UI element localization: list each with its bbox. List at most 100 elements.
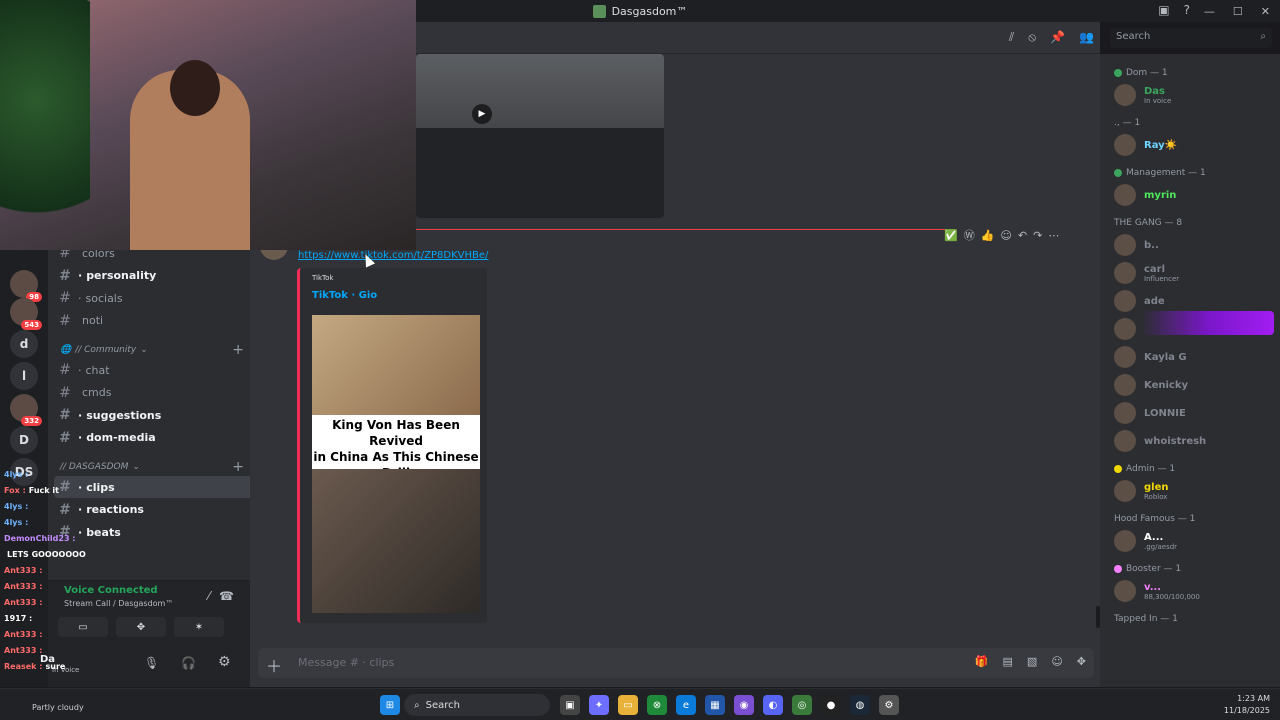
file-explorer-icon[interactable]: ▭ xyxy=(618,695,638,715)
server-icon[interactable]: d xyxy=(10,330,38,358)
category-community[interactable]: 🌐// Community ⌄ + xyxy=(60,342,244,358)
settings-icon[interactable]: ⚙ xyxy=(218,654,231,670)
member-item[interactable]: Das In voice xyxy=(1114,84,1274,106)
add-channel-icon[interactable]: + xyxy=(232,459,244,475)
weather-widget[interactable]: Partly cloudy xyxy=(32,703,84,712)
search-input[interactable]: Search ⌕ xyxy=(1110,28,1272,48)
thumbs-up-reaction-icon[interactable]: 👍 xyxy=(981,229,995,242)
member-name: whoistresh xyxy=(1144,435,1207,447)
chrome-icon[interactable]: ◎ xyxy=(792,695,812,715)
member-item[interactable]: glen Roblox xyxy=(1114,480,1274,502)
member-item[interactable]: ade xyxy=(1114,290,1274,312)
chat-line: 4lys : xyxy=(4,502,29,511)
server-icon[interactable]: 332 xyxy=(10,394,42,426)
store-icon[interactable]: ▦ xyxy=(705,695,725,715)
member-name: ade xyxy=(1144,295,1165,307)
message-link[interactable]: https://www.tiktok.com/t/ZP8DKVHBe/ xyxy=(298,250,488,261)
member-item[interactable]: Kayla G xyxy=(1114,346,1274,368)
member-group-header: THE GANG — 8 xyxy=(1114,218,1183,228)
member-name: v... xyxy=(1144,581,1162,593)
microphone-icon[interactable]: 🎙 xyxy=(144,656,159,670)
hash-icon: # xyxy=(59,384,71,401)
app-icon-purple[interactable]: ◉ xyxy=(734,695,754,715)
search-icon: ⌕ xyxy=(1260,31,1266,42)
w-reaction-icon[interactable]: Ⓦ xyxy=(964,227,975,243)
chat-line: Fox : Fuck it xyxy=(4,486,59,495)
sticker-icon[interactable]: ▧ xyxy=(1027,655,1037,668)
role-icon xyxy=(1114,69,1122,77)
xbox-icon[interactable]: ⊗ xyxy=(647,695,667,715)
obs-icon[interactable]: ● xyxy=(821,695,841,715)
member-activity: 88,300/100,000 xyxy=(1144,592,1200,601)
server-icon[interactable]: D xyxy=(10,426,38,454)
maximize-button[interactable]: ☐ xyxy=(1233,5,1243,18)
settings-icon[interactable]: ⚙ xyxy=(879,695,899,715)
avatar xyxy=(1114,430,1136,452)
add-channel-icon[interactable]: + xyxy=(232,342,244,358)
new-messages-divider xyxy=(416,229,946,230)
task-view-icon[interactable]: ▣ xyxy=(560,695,580,715)
start-icon[interactable]: ⊞ xyxy=(380,695,400,715)
member-item[interactable]: LONNIE xyxy=(1114,402,1274,424)
server-icon[interactable]: l xyxy=(10,362,38,390)
embed-title[interactable]: TikTok · Gio xyxy=(312,290,377,301)
chat-line: Ant333 : xyxy=(4,582,43,591)
avatar xyxy=(1114,262,1136,284)
member-item[interactable]: v... 88,300/100,000 xyxy=(1114,580,1274,602)
avatar xyxy=(1114,234,1136,256)
play-icon[interactable]: ▶ xyxy=(472,104,492,124)
avatar xyxy=(1114,530,1136,552)
member-item[interactable]: A... .gg/aesdr xyxy=(1114,530,1274,552)
forward-icon[interactable]: ↷ xyxy=(1033,229,1042,242)
more-icon[interactable]: ⋯ xyxy=(1048,229,1059,242)
pin-icon[interactable]: 📌 xyxy=(1050,30,1065,45)
copilot-icon[interactable]: ✦ xyxy=(589,695,609,715)
video-attachment[interactable] xyxy=(416,54,664,218)
taskbar-search[interactable]: ⌕ Search xyxy=(404,694,550,716)
headphones-icon[interactable]: 🎧 xyxy=(181,656,196,670)
avatar xyxy=(1114,134,1136,156)
threads-icon[interactable]: ⫽ xyxy=(1009,30,1014,45)
reply-icon[interactable]: ↶ xyxy=(1018,229,1027,242)
avatar xyxy=(1114,84,1136,106)
chat-line: DemonChild23 : xyxy=(4,534,76,543)
soundboard-button[interactable]: ✶ xyxy=(174,617,224,637)
disconnect-icon[interactable]: ☎ xyxy=(219,589,234,603)
discord-icon[interactable]: ◐ xyxy=(763,695,783,715)
noise-suppression-icon[interactable]: ⁄ xyxy=(208,589,210,603)
steam-icon[interactable]: ◍ xyxy=(850,695,870,715)
mention-badge: 543 xyxy=(21,320,42,330)
close-button[interactable]: ✕ xyxy=(1261,5,1270,18)
check-reaction-icon[interactable]: ✅ xyxy=(944,229,958,242)
minimize-button[interactable]: — xyxy=(1204,5,1215,18)
hash-icon: # xyxy=(59,362,71,378)
embed-thumbnail[interactable]: King Von Has Been Revived in China As Th… xyxy=(312,315,480,613)
members-icon[interactable]: 👥 xyxy=(1079,30,1094,45)
message-input[interactable]: Message # · clips xyxy=(298,656,394,669)
mention-badge: 332 xyxy=(21,416,42,426)
role-icon xyxy=(1114,465,1122,473)
gif-icon[interactable]: ▤ xyxy=(1003,655,1013,668)
avatar xyxy=(1114,580,1136,602)
server-icon[interactable]: 543 xyxy=(10,298,42,330)
member-item[interactable]: Ray☀️ xyxy=(1114,134,1274,156)
webcam-overlay xyxy=(0,0,416,250)
member-group-header: Booster — 1 xyxy=(1114,564,1181,574)
server-icon[interactable]: 98 xyxy=(10,270,42,302)
inbox-icon[interactable]: ▣ xyxy=(1158,3,1169,17)
member-item[interactable]: Kenicky xyxy=(1114,374,1274,396)
member-item[interactable]: whoistresh xyxy=(1114,430,1274,452)
hash-icon: # xyxy=(59,267,71,284)
attach-icon[interactable]: ＋ xyxy=(266,653,282,677)
add-reaction-icon[interactable]: ☺ xyxy=(1000,229,1011,242)
member-group-header: Hood Famous — 1 xyxy=(1114,514,1196,524)
notification-mute-icon[interactable]: ⦸ xyxy=(1028,30,1036,45)
member-item[interactable]: myrin xyxy=(1114,184,1274,206)
member-item[interactable]: carl Influencer xyxy=(1114,262,1274,284)
emoji-icon[interactable]: ☺ xyxy=(1051,655,1062,668)
edge-icon[interactable]: e xyxy=(676,695,696,715)
member-item[interactable]: b.. xyxy=(1114,234,1274,256)
gift-icon[interactable]: 🎁 xyxy=(975,655,989,668)
help-icon[interactable]: ? xyxy=(1184,3,1190,17)
apps-icon[interactable]: ✥ xyxy=(1077,655,1086,668)
